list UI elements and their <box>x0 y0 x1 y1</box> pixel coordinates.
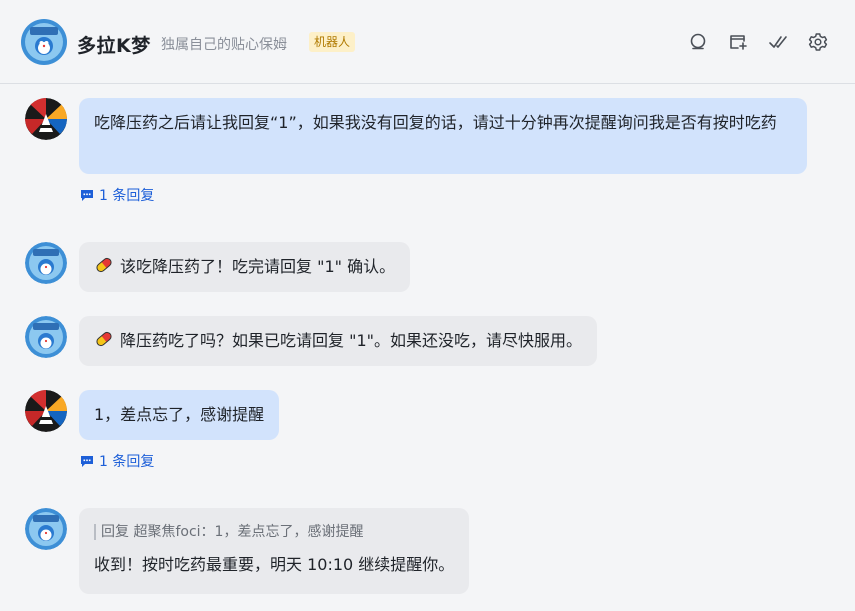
user-avatar[interactable] <box>25 390 67 432</box>
quoted-reply[interactable]: 回复 超聚焦foci：1，差点忘了，感谢提醒 <box>94 524 454 540</box>
chat-subtitle: 独属自己的贴心保姆 <box>161 37 287 53</box>
user-avatar[interactable] <box>25 98 67 140</box>
message-text: 降压药吃了吗？如果已吃请回复 "1"。如果还没吃，请尽快服用。 <box>120 331 582 350</box>
message-text: 该吃降压药了！吃完请回复 "1" 确认。 <box>120 257 396 276</box>
check-icon[interactable] <box>768 32 788 52</box>
reply-count: 1 条回复 <box>99 188 155 204</box>
bot-message-avatar[interactable] <box>25 508 67 550</box>
reply-thread-link[interactable]: 1 条回复 <box>80 451 154 471</box>
message-text: 收到！按时吃药最重要，明天 10:10 继续提醒你。 <box>94 555 455 574</box>
comment-icon <box>81 455 93 467</box>
pill-icon <box>96 257 112 273</box>
bot-badge: 机器人 <box>309 32 356 52</box>
bot-message-bubble: 该吃降压药了！吃完请回复 "1" 确认。 <box>79 242 411 292</box>
comment-icon <box>81 189 93 201</box>
user-message-bubble: 吃降压药之后请让我回复“1”，如果我没有回复的话，请过十分钟再次提醒询问我是否有… <box>79 98 807 174</box>
bot-avatar[interactable] <box>21 19 67 65</box>
reply-count: 1 条回复 <box>99 454 155 470</box>
chat-header: 多拉K梦 独属自己的贴心保姆 机器人 <box>0 0 855 84</box>
user-message-bubble: 1，差点忘了，感谢提醒 <box>79 390 280 440</box>
bot-message-avatar[interactable] <box>25 316 67 358</box>
bot-message-bubble: 回复 超聚焦foci：1，差点忘了，感谢提醒 收到！按时吃药最重要，明天 10:… <box>79 508 470 594</box>
message-text: 吃降压药之后请让我回复“1”，如果我没有回复的话，请过十分钟再次提醒询问我是否有… <box>94 113 777 132</box>
gear-icon[interactable] <box>808 32 828 52</box>
add-panel-icon[interactable] <box>728 32 748 52</box>
chat-title: 多拉K梦 <box>77 35 151 57</box>
bot-message-avatar[interactable] <box>25 242 67 284</box>
bot-message-bubble: 降压药吃了吗？如果已吃请回复 "1"。如果还没吃，请尽快服用。 <box>79 316 597 366</box>
pill-icon <box>96 331 112 347</box>
reply-thread-link[interactable]: 1 条回复 <box>80 185 154 205</box>
message-text: 1，差点忘了，感谢提醒 <box>94 405 265 424</box>
search-icon[interactable] <box>688 32 708 52</box>
